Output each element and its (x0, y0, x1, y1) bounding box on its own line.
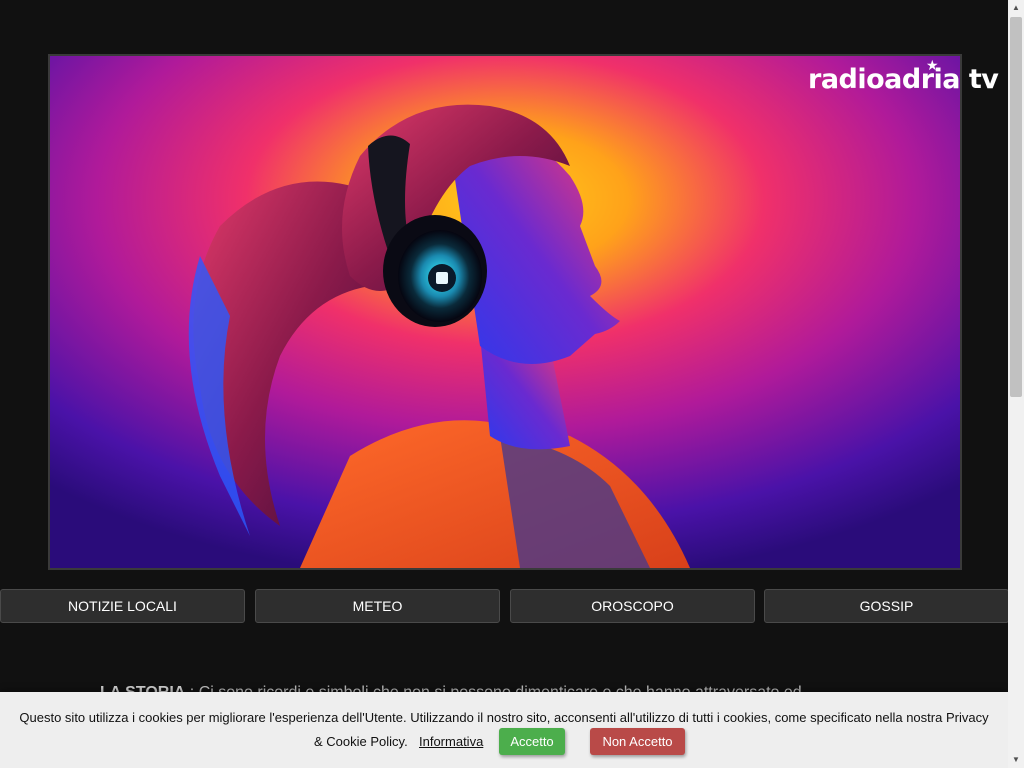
cookie-banner: Questo sito utilizza i cookies per migli… (0, 692, 1008, 768)
vertical-scrollbar[interactable]: ▲ ▼ (1008, 0, 1024, 768)
cookie-message-end: & Cookie Policy. (314, 734, 408, 749)
woman-with-headphones-illustration (50, 56, 960, 568)
informativa-link[interactable]: Informativa (419, 734, 483, 749)
logo-text: radioadria tv (808, 64, 999, 95)
scroll-up-arrow-icon[interactable]: ▲ (1008, 0, 1024, 16)
star-icon: ★ (926, 58, 939, 74)
page: radioadria tv ★ NOTIZIE LOCALI METEO ORO… (0, 0, 1008, 768)
scrollbar-thumb[interactable] (1010, 17, 1022, 397)
cookie-message: Questo sito utilizza i cookies per migli… (19, 710, 989, 725)
accept-cookies-button[interactable]: Accetto (499, 728, 565, 755)
nav-button-notizie-locali[interactable]: NOTIZIE LOCALI (0, 589, 245, 623)
nav-button-oroscopo[interactable]: OROSCOPO (510, 589, 755, 623)
reject-cookies-button[interactable]: Non Accetto (590, 728, 685, 755)
nav-button-meteo[interactable]: METEO (255, 589, 500, 623)
nav-button-gossip[interactable]: GOSSIP (764, 589, 1008, 623)
scroll-down-arrow-icon[interactable]: ▼ (1008, 752, 1024, 768)
radioadria-tv-logo: radioadria tv ★ (808, 58, 999, 95)
category-nav: NOTIZIE LOCALI METEO OROSCOPO GOSSIP (0, 589, 1008, 623)
cookie-actions: & Cookie Policy. Informativa Accetto Non… (0, 728, 1008, 758)
hero-image (48, 54, 962, 570)
